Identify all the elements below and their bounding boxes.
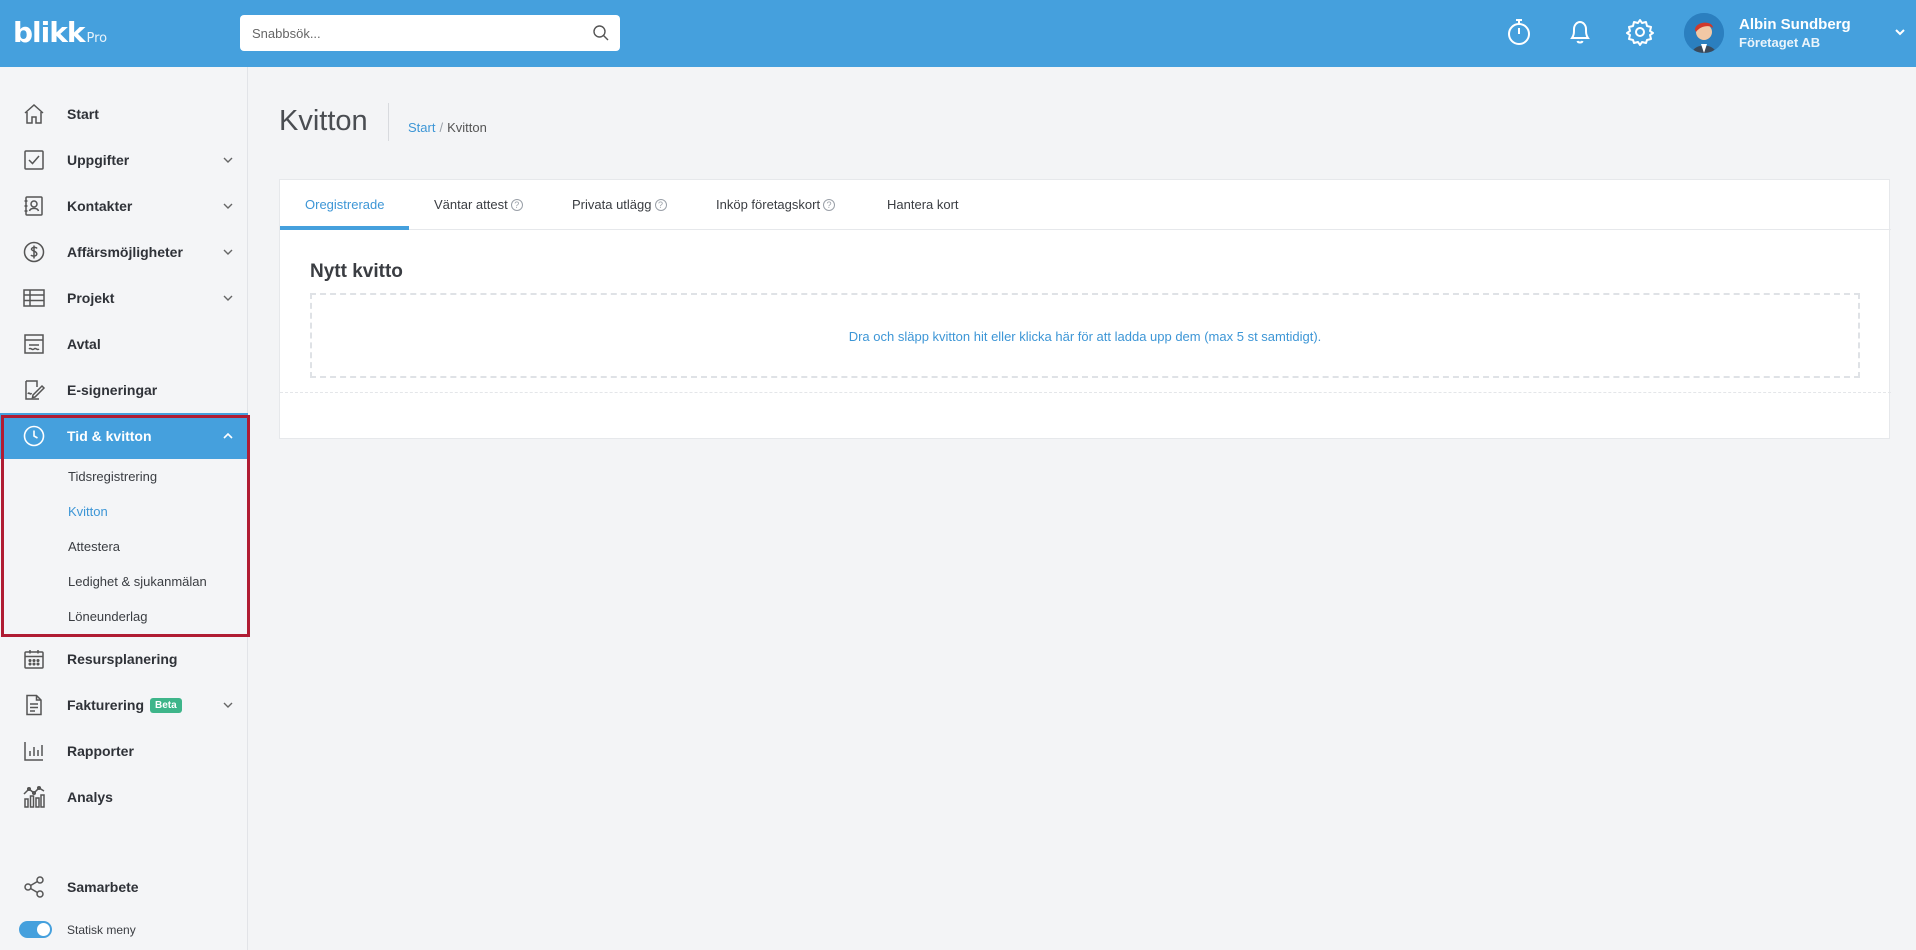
- sidebar-item-label: E-signeringar: [67, 382, 158, 398]
- receipts-card: Oregistrerade Väntar attest? Privata utl…: [279, 179, 1891, 439]
- stopwatch-icon[interactable]: [1504, 17, 1534, 47]
- sidebar-subitem-attestera[interactable]: Attestera: [68, 539, 120, 554]
- sidebar-item-projekt[interactable]: Projekt: [0, 275, 248, 321]
- bar-chart-icon: [24, 742, 43, 761]
- clock-icon: [23, 425, 45, 447]
- page-title: Kvitton: [279, 105, 368, 137]
- bell-icon[interactable]: [1565, 17, 1595, 47]
- sidebar-item-fakturering[interactable]: Fakturering Beta: [0, 682, 248, 728]
- sidebar-item-affarsmojligheter[interactable]: Affärsmöjligheter: [0, 229, 248, 275]
- sidebar-item-label: Tid & kvitton: [67, 428, 152, 444]
- tab-label: Privata utlägg: [572, 197, 652, 212]
- dropzone-text: Dra och släpp kvitton hit eller klicka h…: [848, 329, 1322, 344]
- sidebar: Start Uppgifter Kontakter Affärsmöjlighe…: [0, 67, 248, 950]
- table-icon: [23, 289, 45, 307]
- chevron-down-icon[interactable]: [222, 292, 234, 304]
- tab-oregistrerade[interactable]: Oregistrerade: [305, 197, 384, 212]
- tab-inkop-foretagskort[interactable]: Inköp företagskort?: [716, 197, 836, 212]
- sidebar-item-label: Fakturering Beta: [67, 697, 182, 715]
- home-icon: [24, 103, 44, 124]
- sidebar-item-avtal[interactable]: Avtal: [0, 321, 248, 367]
- logo[interactable]: blikk Pro: [13, 16, 107, 49]
- toggle-knob: [37, 923, 50, 936]
- search-input[interactable]: [240, 15, 570, 51]
- breadcrumb-home-link[interactable]: Start: [408, 120, 435, 135]
- tab-label: Väntar attest: [434, 197, 508, 212]
- sidebar-item-label: Kontakter: [67, 198, 133, 214]
- sidebar-item-rapporter[interactable]: Rapporter: [0, 728, 248, 774]
- static-menu-label: Statisk meny: [67, 923, 136, 937]
- active-tab-indicator: [280, 226, 409, 230]
- title-divider: [388, 103, 389, 141]
- sidebar-item-label: Projekt: [67, 290, 115, 306]
- checkbox-icon: [24, 150, 44, 170]
- logo-pro-label: Pro: [86, 31, 108, 46]
- contact-book-icon: [24, 196, 43, 216]
- sidebar-item-e-signeringar[interactable]: E-signeringar: [0, 367, 248, 413]
- avatar-image: [1684, 13, 1724, 53]
- signature-icon: [25, 380, 46, 400]
- tab-bar: Oregistrerade Väntar attest? Privata utl…: [280, 180, 1891, 230]
- card-divider: [280, 392, 1891, 393]
- chevron-down-icon[interactable]: [222, 246, 234, 258]
- breadcrumb-current: Kvitton: [447, 120, 487, 135]
- tab-privata-utlagg[interactable]: Privata utlägg?: [572, 197, 667, 212]
- chevron-down-icon[interactable]: [222, 200, 234, 212]
- search-icon[interactable]: [592, 24, 610, 42]
- help-icon[interactable]: ?: [654, 199, 667, 211]
- beta-badge: Beta: [150, 698, 182, 713]
- chevron-down-icon[interactable]: [222, 154, 234, 166]
- analytics-icon: [23, 785, 45, 808]
- sidebar-item-resursplanering[interactable]: Resursplanering: [0, 636, 248, 682]
- sidebar-item-tid-kvitton[interactable]: Tid & kvitton: [0, 413, 248, 459]
- sidebar-item-label: Avtal: [67, 336, 101, 352]
- user-company: Företaget AB: [1739, 35, 1821, 50]
- sidebar-subitem-loneunderlag[interactable]: Löneunderlag: [68, 609, 148, 624]
- chevron-down-icon[interactable]: [222, 699, 234, 711]
- tab-label: Inköp företagskort: [716, 197, 821, 212]
- share-network-icon: [24, 876, 44, 898]
- calendar-icon: [24, 650, 44, 669]
- help-icon[interactable]: ?: [510, 199, 523, 211]
- sidebar-subitem-tidsregistrering[interactable]: Tidsregistrering: [68, 469, 157, 484]
- user-name[interactable]: Albin Sundberg: [1739, 16, 1851, 33]
- sidebar-item-label: Samarbete: [67, 879, 139, 895]
- sidebar-item-uppgifter[interactable]: Uppgifter: [0, 137, 248, 183]
- top-bar: blikkPro Albin Sundberg Företaget AB: [0, 0, 1916, 67]
- tab-label: Oregistrerade: [305, 197, 385, 212]
- chevron-down-icon[interactable]: [1893, 25, 1907, 39]
- sidebar-subitem-kvitton[interactable]: Kvitton: [68, 504, 108, 519]
- sidebar-item-samarbete[interactable]: Samarbete: [0, 864, 248, 910]
- static-menu-toggle[interactable]: [19, 921, 52, 938]
- tab-vantar-attest[interactable]: Väntar attest?: [434, 197, 523, 212]
- tab-label: Hantera kort: [887, 197, 959, 212]
- sidebar-item-label-text: Fakturering: [67, 697, 145, 713]
- sidebar-subitem-ledighet[interactable]: Ledighet & sjukanmälan: [68, 574, 207, 589]
- sidebar-item-label: Rapporter: [67, 743, 134, 759]
- avatar[interactable]: [1684, 13, 1724, 53]
- sidebar-item-label: Affärsmöjligheter: [67, 244, 183, 260]
- search-box: [240, 15, 620, 51]
- invoice-icon: [26, 694, 42, 716]
- tab-hantera-kort[interactable]: Hantera kort: [887, 197, 959, 212]
- breadcrumb-separator: /: [439, 120, 444, 135]
- sidebar-item-start[interactable]: Start: [0, 91, 248, 137]
- chevron-up-icon[interactable]: [222, 430, 234, 442]
- sidebar-item-kontakter[interactable]: Kontakter: [0, 183, 248, 229]
- sidebar-item-label: Start: [67, 106, 99, 122]
- logo-text: blikk: [13, 16, 85, 49]
- upload-dropzone[interactable]: Dra och släpp kvitton hit eller klicka h…: [310, 293, 1860, 378]
- sidebar-item-analys[interactable]: Analys: [0, 774, 248, 820]
- sidebar-item-label: Analys: [67, 789, 113, 805]
- dollar-circle-icon: [23, 241, 45, 263]
- gear-icon[interactable]: [1625, 17, 1655, 47]
- new-receipt-heading: Nytt kvitto: [310, 261, 403, 282]
- breadcrumb: Start / Kvitton: [408, 120, 487, 135]
- help-icon[interactable]: ?: [823, 199, 836, 211]
- sidebar-item-label: Resursplanering: [67, 651, 178, 667]
- sidebar-item-label: Uppgifter: [67, 152, 130, 168]
- contract-icon: [24, 334, 44, 354]
